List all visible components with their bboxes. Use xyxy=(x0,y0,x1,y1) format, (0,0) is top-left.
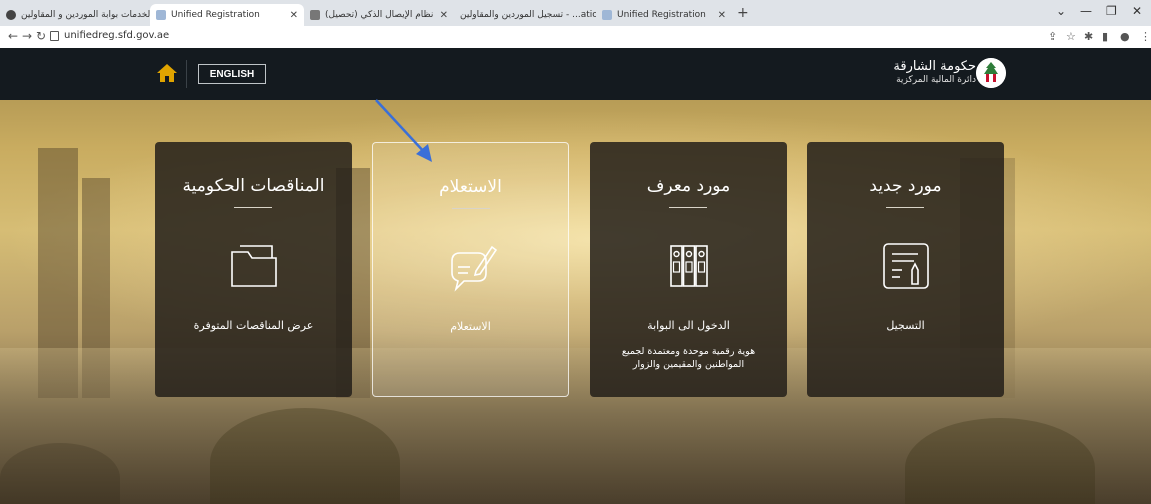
annotation-arrow-icon xyxy=(375,99,432,162)
close-icon[interactable]: ✕ xyxy=(284,10,298,21)
card-inquiry[interactable]: الاستعلام الاستعلام xyxy=(372,142,569,397)
close-icon[interactable]: ✕ xyxy=(712,10,726,21)
binders-icon xyxy=(670,245,708,287)
rock-decoration xyxy=(210,408,400,504)
new-tab-icon[interactable]: + xyxy=(737,5,749,21)
site-favicon-icon xyxy=(6,10,16,20)
tab-label: Unified Registration xyxy=(171,10,260,20)
inquiry-chat-icon xyxy=(451,245,498,292)
profile-icon[interactable]: ● xyxy=(1120,30,1130,43)
card-title: مورد جديد xyxy=(869,176,942,196)
inquiry-link[interactable]: الاستعلام xyxy=(373,320,568,333)
sharjah-emblem-icon[interactable] xyxy=(976,58,1006,88)
header-divider xyxy=(186,60,187,88)
browser-tab[interactable]: تسجيل الموردين والمقاولين - ...ation ✕ xyxy=(454,4,596,26)
side-panel-icon[interactable]: ▮ xyxy=(1102,30,1108,43)
share-icon[interactable]: ⇪ xyxy=(1048,30,1057,43)
page-background: ENGLISH حكومة الشارقة دائرة المالية المر… xyxy=(0,48,1151,504)
logo-subtitle: دائرة المالية المركزية xyxy=(896,75,976,85)
lock-icon[interactable] xyxy=(50,31,59,41)
close-icon[interactable]: ✕ xyxy=(434,10,448,21)
card-title: مورد معرف xyxy=(646,176,731,196)
minimize-icon[interactable]: — xyxy=(1080,4,1092,18)
extensions-icon[interactable]: ✱ xyxy=(1084,30,1093,43)
site-header: ENGLISH حكومة الشارقة دائرة المالية المر… xyxy=(0,48,1151,100)
browser-tab[interactable]: الخدمات بوابة الموردين و المقاولين ✕ xyxy=(0,4,150,26)
card-divider xyxy=(452,208,490,209)
browser-tab[interactable]: Unified Registration ✕ xyxy=(596,4,732,26)
reload-icon[interactable]: ↻ xyxy=(36,29,46,43)
tab-label: تسجيل الموردين والمقاولين - ...ation xyxy=(460,10,596,20)
address-bar: ← → ↻ unifiedreg.sfd.gov.ae ⇪ ☆ ✱ ▮ ● ⋮ xyxy=(0,26,1151,49)
site-favicon-icon xyxy=(310,10,320,20)
card-title: المناقصات الحكومية xyxy=(182,176,325,196)
portal-login-link[interactable]: الدخول الى البوابة xyxy=(590,319,787,332)
tab-label: نظام الإيصال الذكي (تحصيل) xyxy=(325,10,434,20)
skyline-decoration xyxy=(38,148,78,398)
menu-icon[interactable]: ⋮ xyxy=(1140,30,1151,43)
skyline-decoration xyxy=(82,178,110,398)
bookmark-star-icon[interactable]: ☆ xyxy=(1066,30,1076,43)
close-window-icon[interactable]: ✕ xyxy=(1132,4,1142,18)
browser-tab[interactable]: نظام الإيصال الذكي (تحصيل) ✕ xyxy=(304,4,454,26)
logo-title: حكومة الشارقة xyxy=(893,59,976,74)
rock-decoration xyxy=(0,443,120,504)
chevron-down-icon[interactable]: ⌄ xyxy=(1056,4,1066,18)
restore-icon[interactable]: ❐ xyxy=(1106,4,1117,18)
folder-icon xyxy=(231,245,277,287)
card-title: الاستعلام xyxy=(439,177,502,197)
site-favicon-icon xyxy=(156,10,166,20)
site-favicon-icon xyxy=(602,10,612,20)
rock-decoration xyxy=(905,418,1095,504)
browser-tab-active[interactable]: Unified Registration ✕ xyxy=(150,4,304,26)
forward-icon[interactable]: → xyxy=(22,29,32,43)
card-description: هوية رقمية موحدة ومعتمدة لجميع المواطنين… xyxy=(621,346,756,370)
back-icon[interactable]: ← xyxy=(8,29,18,43)
tab-label: الخدمات بوابة الموردين و المقاولين xyxy=(21,10,150,20)
card-new-supplier[interactable]: مورد جديد التسجيل xyxy=(807,142,1004,397)
card-divider xyxy=(886,207,924,208)
language-toggle-button[interactable]: ENGLISH xyxy=(198,64,266,84)
card-government-tenders[interactable]: المناقصات الحكومية عرض المناقصات المتوفر… xyxy=(155,142,352,397)
browser-tab-bar: الخدمات بوابة الموردين و المقاولين ✕ Uni… xyxy=(0,0,1151,26)
home-icon[interactable] xyxy=(156,63,178,83)
register-link[interactable]: التسجيل xyxy=(807,319,1004,332)
tab-label: Unified Registration xyxy=(617,10,706,20)
card-divider xyxy=(669,207,707,208)
card-divider xyxy=(234,207,272,208)
url-field[interactable]: unifiedreg.sfd.gov.ae xyxy=(64,30,169,41)
government-logo-text[interactable]: حكومة الشارقة دائرة المالية المركزية xyxy=(893,60,976,86)
card-identified-supplier[interactable]: مورد معرف الدخول الى البوابة هوية رقمية … xyxy=(590,142,787,397)
view-tenders-link[interactable]: عرض المناقصات المتوفرة xyxy=(155,319,352,332)
registration-form-icon xyxy=(883,243,929,289)
